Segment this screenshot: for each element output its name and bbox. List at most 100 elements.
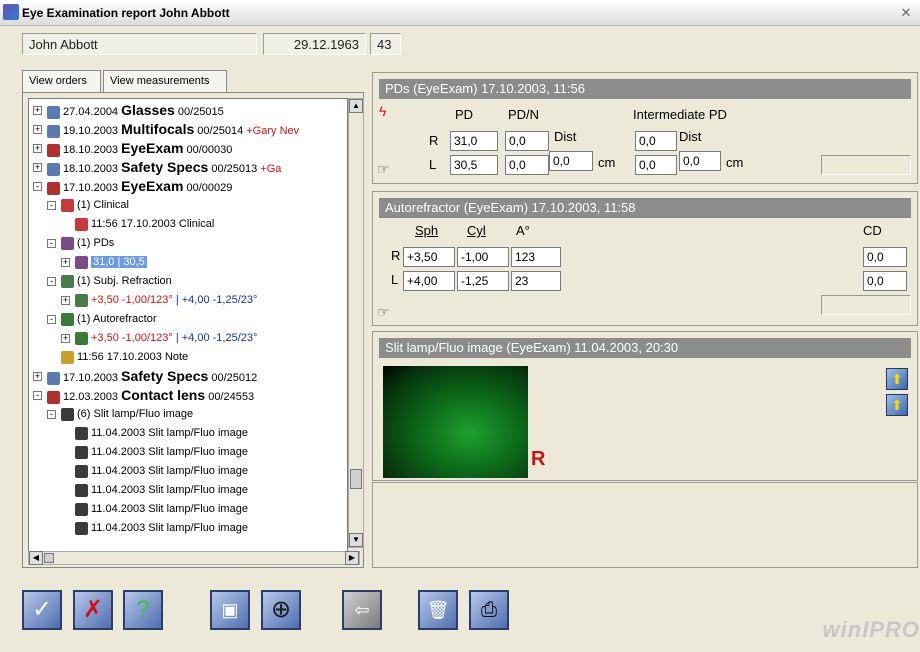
scroll-down-icon[interactable]: ▼ (349, 533, 363, 547)
horizontal-scrollbar[interactable]: ◀ ▶ (28, 551, 360, 565)
sph-l-field[interactable]: +4,00 (403, 271, 455, 291)
pd-l-field[interactable]: 30,5 (450, 155, 498, 175)
tree-item-date: 27.04.2004 (63, 106, 122, 118)
hscroll-thumb[interactable] (44, 553, 54, 563)
help-icon: ? (136, 596, 150, 623)
axis-label: A° (516, 223, 530, 238)
tab-view-measurements[interactable]: View measurements (103, 70, 227, 92)
tree-item-date: 11.04.2003 Slit lamp/Fluo image (91, 522, 248, 534)
sph-r-field[interactable]: +3,50 (403, 247, 455, 267)
scroll-up-icon[interactable]: ▲ (349, 99, 363, 113)
tree-item-rx-left: | +4,00 -1,25/23° (172, 332, 258, 344)
pd-icon (75, 255, 88, 269)
brand-logo: winIPRO (822, 617, 920, 642)
help-button[interactable]: ? (123, 590, 163, 630)
patient-age-field[interactable]: 43 (370, 33, 401, 55)
patient-name-field[interactable]: John Abbott (22, 33, 257, 55)
tree-item-date: 11.04.2003 Slit lamp/Fluo image (91, 484, 248, 496)
close-button[interactable]: ✕ (898, 5, 914, 21)
slit-icon (75, 502, 88, 516)
slit-title: Slit lamp/Fluo image (EyeExam) 11.04.200… (379, 338, 911, 358)
window-title: Eye Examination report John Abbott (22, 6, 230, 20)
pdn-r-field[interactable]: 0,0 (505, 131, 549, 151)
cd-r-field[interactable]: 0,0 (863, 247, 907, 267)
target-button[interactable]: ⊕ (261, 590, 301, 630)
scroll-thumb[interactable] (350, 469, 362, 489)
eye-side-label: R (531, 448, 546, 470)
scroll-left-icon[interactable]: ◀ (29, 551, 43, 565)
slit-icon (75, 445, 88, 459)
collapse-icon[interactable]: - (47, 239, 56, 248)
collapse-icon[interactable]: - (33, 391, 42, 400)
cyl-r-field[interactable]: -1,00 (457, 247, 509, 267)
collapse-icon[interactable]: - (47, 315, 56, 324)
clinical-icon (61, 198, 74, 212)
tree-item-date: 17.10.2003 (63, 372, 122, 384)
expand-icon[interactable]: + (61, 334, 70, 343)
hand-pointer-icon[interactable]: ☞ (377, 161, 390, 178)
cross-icon: ✗ (82, 596, 104, 623)
int-pd-r-field[interactable]: 0,0 (635, 131, 677, 151)
orders-panel: +27.04.2004 Glasses 00/25015 +19.10.2003 … (22, 92, 364, 568)
expand-icon[interactable]: + (33, 372, 42, 381)
cyl-l-field[interactable]: -1,25 (457, 271, 509, 291)
trash-icon: 🗑 (426, 600, 450, 620)
tab-view-orders[interactable]: View orders (22, 70, 101, 92)
tree-item-type: Multifocals (121, 121, 195, 137)
axis-l-field[interactable]: 23 (511, 271, 561, 291)
cd-l-field[interactable]: 0,0 (863, 271, 907, 291)
tree-item-type: Contact lens (121, 387, 206, 403)
slit-lamp-image[interactable] (383, 366, 528, 478)
image-action-icon[interactable]: ⬆ (886, 394, 908, 416)
collapse-icon[interactable]: - (47, 410, 56, 419)
expand-icon[interactable]: + (61, 258, 70, 267)
tree-item-number: 00/25013 (208, 163, 261, 175)
image-action-icon[interactable]: ⬆ (886, 368, 908, 390)
pdn-l-field[interactable]: 0,0 (505, 155, 549, 175)
orders-tree[interactable]: +27.04.2004 Glasses 00/25015 +19.10.2003 … (28, 98, 348, 553)
autorefractor-panel: Autorefractor (EyeExam) 17.10.2003, 11:5… (372, 191, 918, 326)
exam-icon (47, 390, 60, 404)
ok-button[interactable]: ✓ (22, 590, 62, 630)
glasses-icon (47, 124, 60, 138)
collapse-icon[interactable]: - (47, 201, 56, 210)
patient-dob-field[interactable]: 29.12.1963 (263, 33, 366, 55)
tree-item-date: 11.04.2003 Slit lamp/Fluo image (91, 427, 248, 439)
collapse-icon[interactable]: - (47, 277, 56, 286)
int-pd-l-field[interactable]: 0,0 (635, 155, 677, 175)
delete-button[interactable]: 🗑 (418, 590, 458, 630)
expand-icon[interactable]: + (33, 144, 42, 153)
tree-item-number: 00/00029 (183, 182, 233, 194)
pd-r-field[interactable]: 31,0 (450, 131, 498, 151)
print-button[interactable]: ⎙ (469, 590, 509, 630)
transfer-button[interactable]: ⇦ (342, 590, 382, 630)
int-cm-label: cm (726, 155, 744, 170)
tree-item-extra: +Gary Nev (246, 125, 300, 137)
scroll-right-icon[interactable]: ▶ (345, 551, 359, 565)
dist-field[interactable]: 0,0 (549, 151, 593, 171)
tree-item-date: (1) Subj. Refraction (77, 275, 172, 287)
app-icon (3, 4, 19, 20)
expand-icon[interactable]: + (33, 163, 42, 172)
vertical-scrollbar[interactable]: ▲ ▼ (348, 98, 364, 548)
view-button[interactable]: ▣ (210, 590, 250, 630)
tree-item-number: 00/25015 (174, 106, 224, 118)
hand-pointer-icon[interactable]: ☞ (377, 304, 390, 321)
cancel-button[interactable]: ✗ (73, 590, 113, 630)
pd-r-label: R (429, 133, 439, 148)
tree-item-date: 17.10.2003 (63, 182, 122, 194)
tree-item-date: 18.10.2003 (63, 163, 122, 175)
expand-icon[interactable]: + (33, 106, 42, 115)
pd-l-label: L (429, 157, 437, 172)
tree-item-type: EyeExam (121, 178, 184, 194)
collapse-icon[interactable]: - (33, 182, 42, 191)
axis-r-field[interactable]: 123 (511, 247, 561, 267)
slit-icon (61, 407, 74, 421)
expand-icon[interactable]: + (61, 296, 70, 305)
expand-icon[interactable]: + (33, 125, 42, 134)
tree-item-rx-right: +3,50 -1,00/123° (91, 294, 173, 306)
cyl-label: Cyl (467, 223, 486, 238)
intermediate-pd-label: Intermediate PD (633, 107, 727, 122)
int-dist-label: Dist (679, 129, 702, 144)
int-dist-field[interactable]: 0,0 (679, 151, 721, 171)
